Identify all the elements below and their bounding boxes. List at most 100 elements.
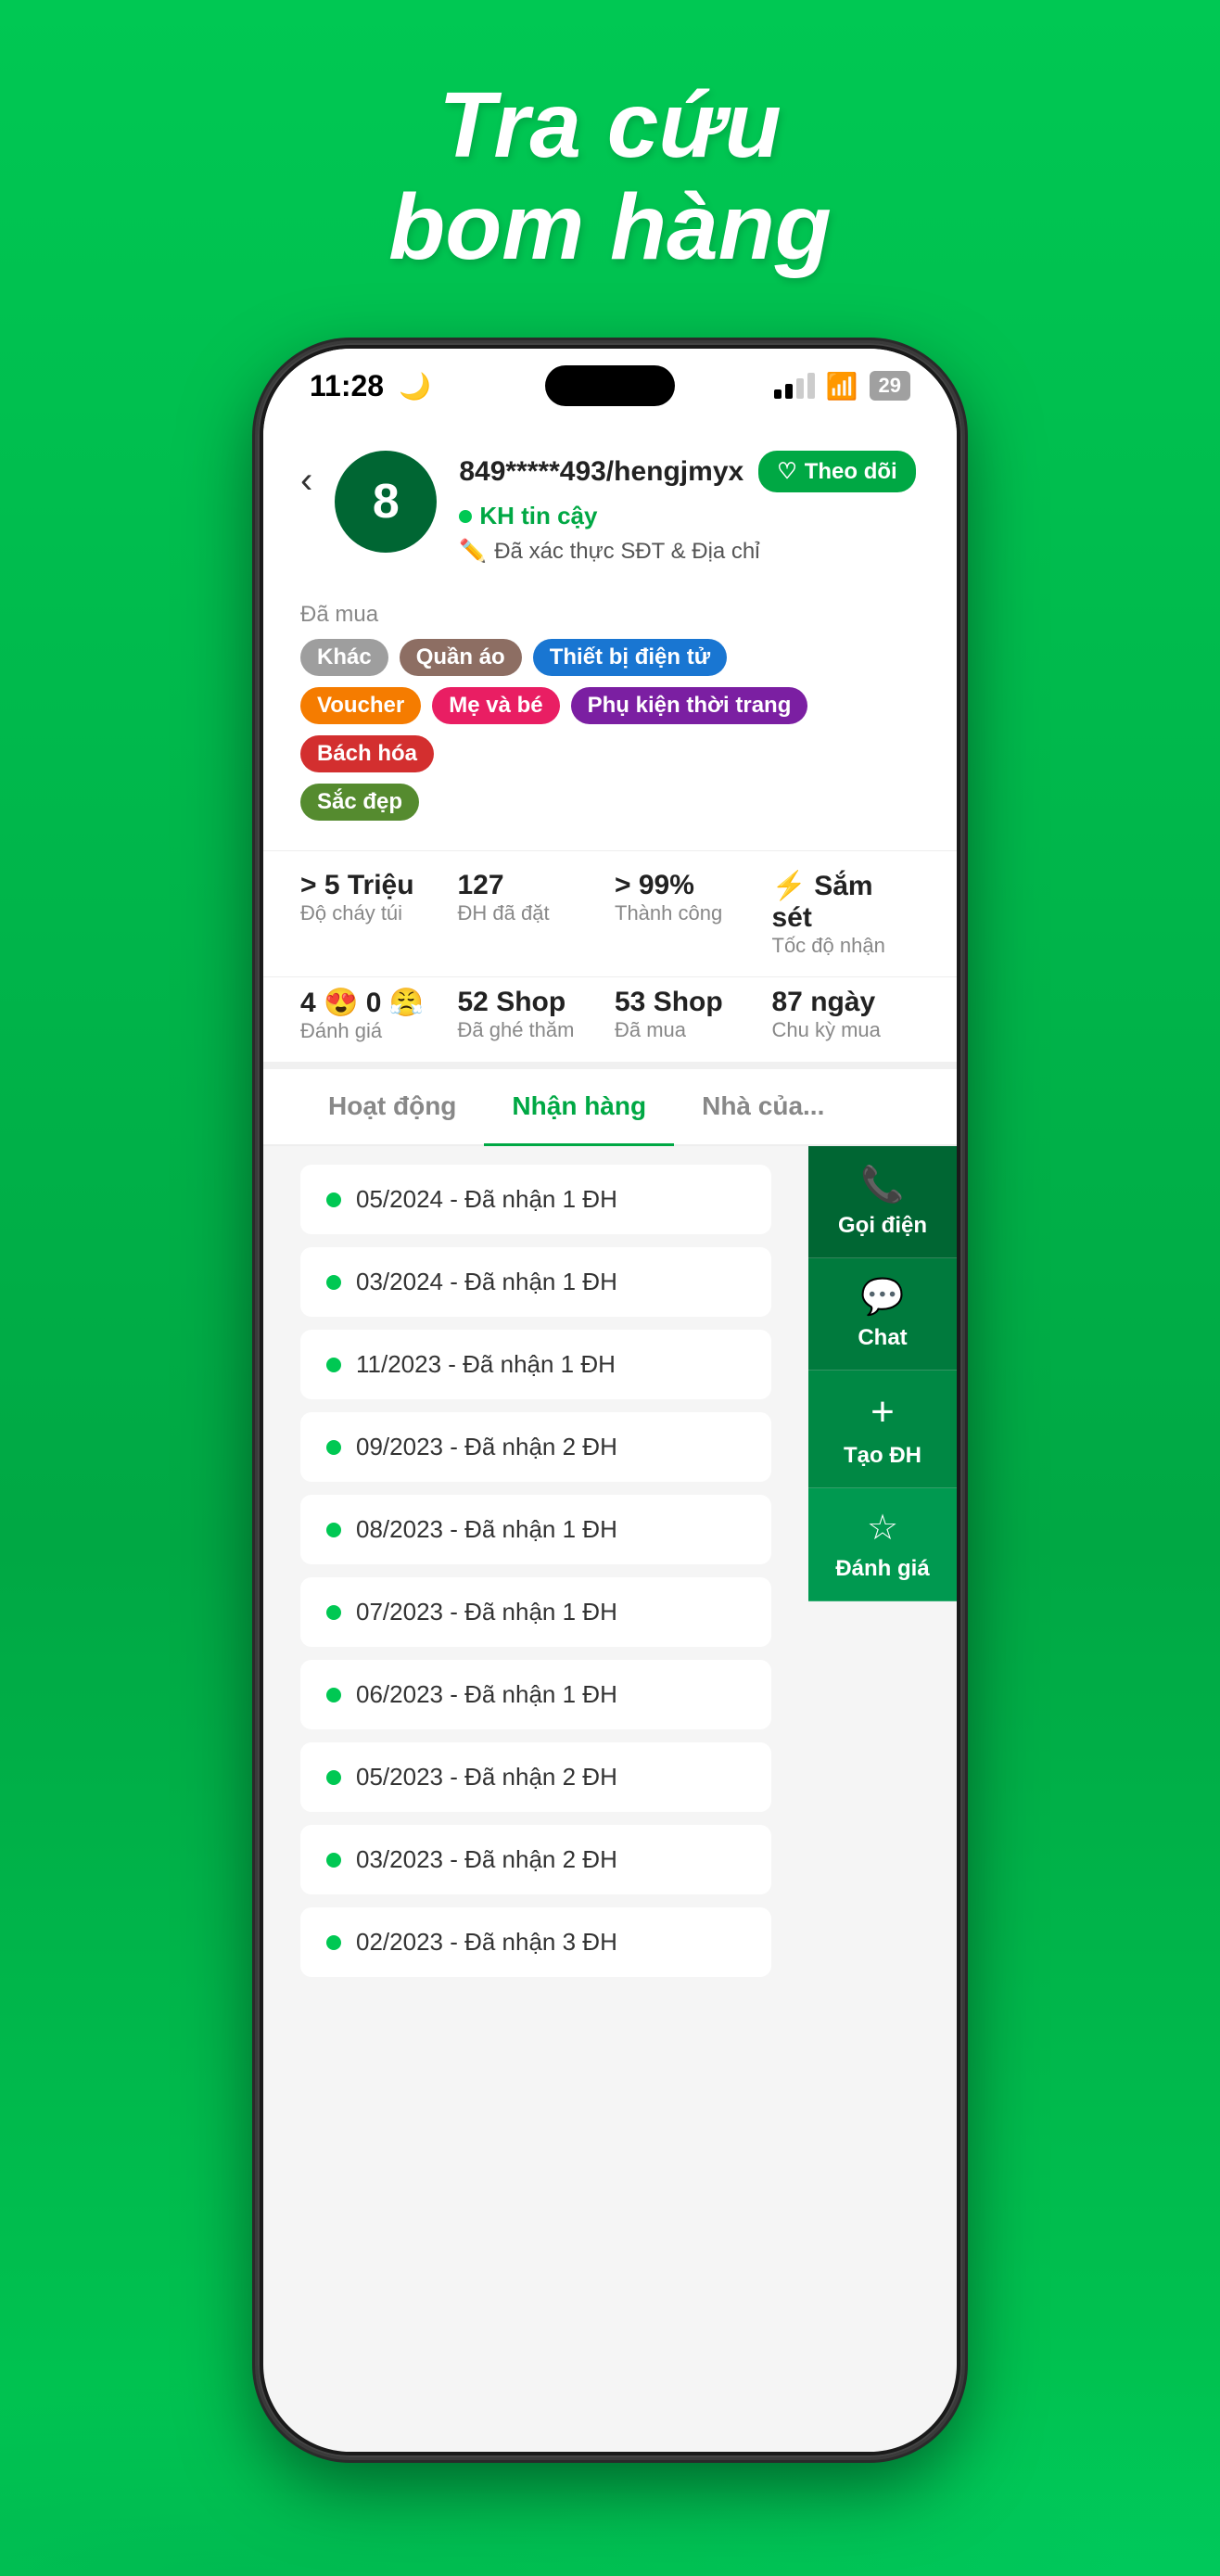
- stat-value-7: 87 ngày: [772, 987, 921, 1018]
- list-item: 07/2023 - Đã nhận 1 ĐH: [300, 1577, 771, 1647]
- stats-section-1: > 5 Triệu Độ cháy túi 127 ĐH đã đặt > 99…: [263, 851, 957, 977]
- back-button[interactable]: ‹: [300, 460, 312, 502]
- status-right: 📶 29: [774, 371, 910, 402]
- tags-section: Đã mua Khác Quần áo Thiết bị điện tử Vou…: [263, 602, 957, 851]
- stat-value-4: 4 😍 0 😤: [300, 987, 449, 1019]
- stat-value-5: 52 Shop: [458, 987, 606, 1018]
- bullet-5: [326, 1605, 341, 1620]
- list-text-3: 09/2023 - Đã nhận 2 ĐH: [356, 1433, 617, 1461]
- content-area: 05/2024 - Đã nhận 1 ĐH 03/2024 - Đã nhận…: [263, 1146, 957, 2009]
- da-mua-label: Đã mua: [300, 602, 920, 628]
- dynamic-island: [545, 365, 675, 406]
- list-item: 08/2023 - Đã nhận 1 ĐH: [300, 1495, 771, 1564]
- tag-khac: Khác: [300, 639, 388, 676]
- avatar: 8: [335, 451, 437, 553]
- chat-icon: 💬: [860, 1277, 904, 1318]
- profile-section: ‹ 8 849*****493/hengjmyx ♡ Theo dõi: [263, 423, 957, 602]
- signal-bars: [774, 373, 815, 399]
- stat-label-7: Chu kỳ mua: [772, 1018, 921, 1042]
- bullet-7: [326, 1770, 341, 1785]
- tab-nhan-hang[interactable]: Nhận hàng: [484, 1069, 674, 1146]
- bullet-4: [326, 1523, 341, 1537]
- bullet-0: [326, 1192, 341, 1207]
- status-bar: 11:28 🌙 📶 29: [263, 349, 957, 423]
- tabs-section: Hoạt động Nhận hàng Nhà của...: [263, 1069, 957, 1146]
- stat-label-1: ĐH đã đặt: [458, 901, 606, 925]
- stat-value-3: ⚡ Sắm sét: [772, 870, 921, 934]
- status-time: 11:28: [310, 369, 384, 403]
- online-dot: [459, 510, 472, 523]
- stat-label-0: Độ cháy túi: [300, 901, 449, 925]
- danh-gia-button[interactable]: ☆ Đánh giá: [808, 1488, 957, 1601]
- stat-dh-da-dat: 127 ĐH đã đặt: [458, 870, 606, 958]
- signal-bar-2: [785, 384, 793, 399]
- stat-label-5: Đã ghé thăm: [458, 1018, 606, 1042]
- bullet-6: [326, 1688, 341, 1702]
- signal-bar-1: [774, 389, 782, 399]
- chat-label: Chat: [858, 1325, 907, 1351]
- tao-dh-label: Tạo ĐH: [844, 1443, 921, 1469]
- bullet-3: [326, 1440, 341, 1455]
- tag-sac-dep: Sắc đẹp: [300, 784, 419, 821]
- phone-container: 11:28 🌙 📶 29 ‹: [258, 343, 962, 2457]
- bullet-2: [326, 1358, 341, 1372]
- profile-info: 849*****493/hengjmyx ♡ Theo dõi KH tin c…: [459, 451, 920, 565]
- danh-gia-label: Đánh giá: [835, 1556, 929, 1582]
- profile-kh-label: KH tin cậy: [459, 502, 920, 530]
- tag-me-va-be: Mẹ và bé: [432, 687, 559, 724]
- heart-icon: ♡: [777, 458, 797, 485]
- tab-hoat-dong[interactable]: Hoạt động: [300, 1069, 484, 1146]
- tab-nha-cua[interactable]: Nhà của...: [674, 1069, 852, 1146]
- plus-icon: +: [871, 1389, 895, 1435]
- theo-doi-button[interactable]: ♡ Theo dõi: [758, 451, 916, 492]
- stat-ghe-tham: 52 Shop Đã ghé thăm: [458, 987, 606, 1043]
- float-buttons: 📞 Gọi điện 💬 Chat + Tạo ĐH ☆ Đánh giá: [808, 1146, 957, 1601]
- stat-chu-ky: 87 ngày Chu kỳ mua: [772, 987, 921, 1043]
- tag-phu-kien: Phụ kiện thời trang: [571, 687, 808, 724]
- list-text-2: 11/2023 - Đã nhận 1 ĐH: [356, 1350, 616, 1379]
- verified-row: ✏️ Đã xác thực SĐT & Địa chỉ: [459, 538, 920, 565]
- list-text-4: 08/2023 - Đã nhận 1 ĐH: [356, 1515, 617, 1544]
- stat-label-2: Thành công: [615, 901, 763, 925]
- stat-label-4: Đánh giá: [300, 1019, 449, 1043]
- list-item: 09/2023 - Đã nhận 2 ĐH: [300, 1412, 771, 1482]
- tags-row-1: Khác Quần áo Thiết bị điện tử: [300, 639, 920, 676]
- list-text-0: 05/2024 - Đã nhận 1 ĐH: [356, 1185, 617, 1214]
- bullet-1: [326, 1275, 341, 1290]
- battery-badge: 29: [870, 371, 910, 401]
- phone-screen: 11:28 🌙 📶 29 ‹: [263, 349, 957, 2452]
- tao-dh-button[interactable]: + Tạo ĐH: [808, 1371, 957, 1488]
- list-item: 06/2023 - Đã nhận 1 ĐH: [300, 1660, 771, 1729]
- stat-value-1: 127: [458, 870, 606, 901]
- list-text-7: 05/2023 - Đã nhận 2 ĐH: [356, 1763, 617, 1792]
- chat-button[interactable]: 💬 Chat: [808, 1258, 957, 1371]
- status-left: 11:28 🌙: [310, 369, 431, 403]
- stat-label-3: Tốc độ nhận: [772, 934, 921, 958]
- profile-name: 849*****493/hengjmyx: [459, 456, 743, 488]
- stat-thanh-cong: > 99% Thành công: [615, 870, 763, 958]
- list-item: 02/2023 - Đã nhận 3 ĐH: [300, 1907, 771, 1977]
- list-text-9: 02/2023 - Đã nhận 3 ĐH: [356, 1928, 617, 1957]
- goi-dien-button[interactable]: 📞 Gọi điện: [808, 1146, 957, 1258]
- stats-section-2: 4 😍 0 😤 Đánh giá 52 Shop Đã ghé thăm 53 …: [263, 977, 957, 1069]
- list-item: 05/2023 - Đã nhận 2 ĐH: [300, 1742, 771, 1812]
- bullet-8: [326, 1853, 341, 1868]
- profile-name-row: 849*****493/hengjmyx ♡ Theo dõi: [459, 451, 920, 492]
- phone-frame: 11:28 🌙 📶 29 ‹: [258, 343, 962, 2457]
- tag-bach-hoa: Bách hóa: [300, 735, 434, 772]
- tags-row-2: Voucher Mẹ và bé Phụ kiện thời trang Bác…: [300, 687, 920, 772]
- star-icon: ☆: [867, 1507, 898, 1549]
- list-item: 05/2024 - Đã nhận 1 ĐH: [300, 1165, 771, 1234]
- list-text-8: 03/2023 - Đã nhận 2 ĐH: [356, 1845, 617, 1874]
- tag-thiet-bi: Thiết bị điện tử: [533, 639, 727, 676]
- signal-bar-3: [796, 378, 804, 399]
- wifi-icon: 📶: [826, 371, 858, 402]
- list-item: 03/2023 - Đã nhận 2 ĐH: [300, 1825, 771, 1894]
- stat-label-6: Đã mua: [615, 1018, 763, 1042]
- stat-value-6: 53 Shop: [615, 987, 763, 1018]
- signal-bar-4: [807, 373, 815, 399]
- page-title: Tra cứu bom hàng: [0, 74, 1220, 278]
- stat-danh-gia: 4 😍 0 😤 Đánh giá: [300, 987, 449, 1043]
- list-text-6: 06/2023 - Đã nhận 1 ĐH: [356, 1680, 617, 1709]
- stat-toc-do: ⚡ Sắm sét Tốc độ nhận: [772, 870, 921, 958]
